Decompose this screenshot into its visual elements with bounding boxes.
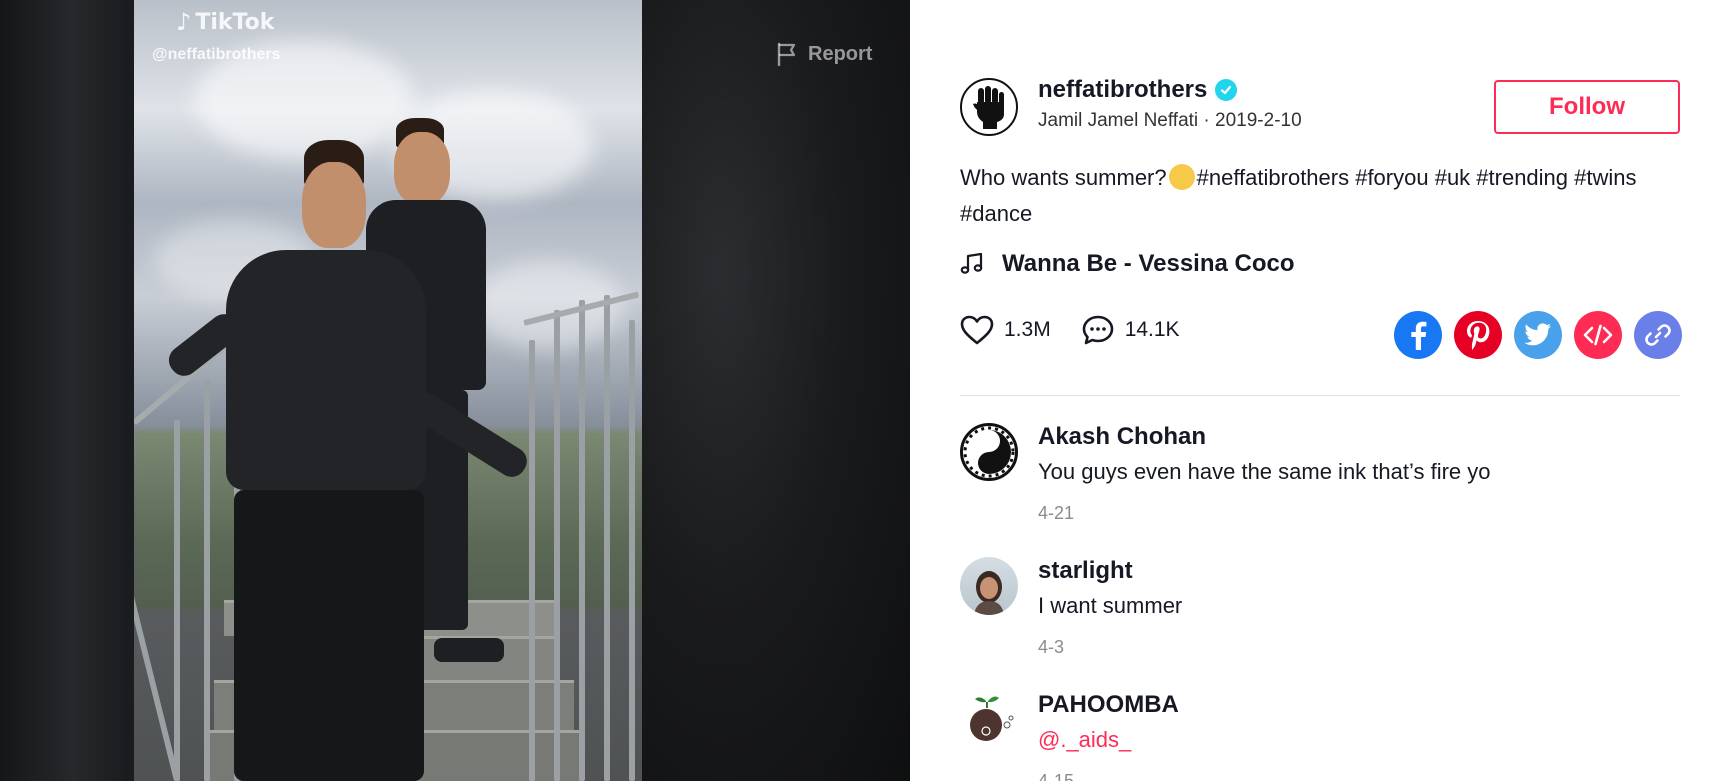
- video-frame[interactable]: [134, 0, 642, 781]
- video-blur-background: [642, 0, 910, 781]
- comment-author[interactable]: starlight: [1038, 557, 1133, 585]
- tiktok-note-icon: ♪: [176, 8, 192, 36]
- author-name-row[interactable]: neffatibrothers: [1038, 76, 1238, 104]
- like-stat[interactable]: 1.3M: [960, 315, 1051, 345]
- description-text: Who wants summer?: [960, 165, 1167, 190]
- twitter-icon: [1524, 323, 1551, 346]
- avatar-person-photo-icon: [974, 571, 1004, 615]
- author-avatar[interactable]: [960, 78, 1018, 136]
- music-row[interactable]: Wanna Be - Vessina Coco: [960, 250, 1295, 278]
- comment-avatar[interactable]: [960, 423, 1018, 481]
- watermark-handle: @neffatibrothers: [152, 46, 281, 63]
- share-buttons: [1394, 311, 1682, 359]
- share-pinterest-button[interactable]: [1454, 311, 1502, 359]
- report-label: Report: [808, 42, 873, 65]
- comment-stat[interactable]: 14.1K: [1081, 314, 1180, 346]
- music-note-icon: [960, 252, 983, 274]
- follow-button[interactable]: Follow: [1494, 80, 1680, 134]
- verified-badge-icon: [1215, 79, 1238, 101]
- screaming-face-emoji-icon: [1168, 164, 1195, 190]
- comment-date: 4-21: [1038, 503, 1075, 523]
- comment-bubble-icon: [1082, 315, 1113, 345]
- link-icon: [1645, 324, 1671, 346]
- share-copy-link-button[interactable]: [1634, 311, 1682, 359]
- tiktok-watermark: ♪ TikTok: [176, 8, 274, 36]
- comment-item: PAHOOMBA @._aids_ 4-15: [960, 691, 1680, 781]
- pinterest-icon: [1467, 321, 1490, 350]
- comment-mention[interactable]: @._aids_: [1038, 727, 1131, 753]
- facebook-icon: [1411, 321, 1427, 350]
- comment-author[interactable]: Akash Chohan: [1038, 423, 1206, 451]
- comment-text: You guys even have the same ink that’s f…: [1038, 459, 1491, 484]
- music-title[interactable]: Wanna Be - Vessina Coco: [1002, 250, 1295, 278]
- embed-icon: [1583, 324, 1613, 346]
- comment-avatar[interactable]: [960, 691, 1018, 749]
- comment-date: 4-3: [1038, 637, 1065, 657]
- video-player-area[interactable]: ♪ TikTok @neffatibrothers Report: [0, 0, 910, 781]
- share-embed-button[interactable]: [1574, 311, 1622, 359]
- comment-item: Akash Chohan You guys even have the same…: [960, 423, 1680, 533]
- raised-fist-icon: [973, 86, 1004, 129]
- avatar-sprout-head-icon: [970, 696, 1014, 741]
- video-description: Who wants summer? #neffatibrothers #foryo…: [960, 160, 1680, 232]
- comment-count: 14.1K: [1124, 318, 1180, 341]
- share-twitter-button[interactable]: [1514, 311, 1562, 359]
- author-username[interactable]: neffatibrothers: [1038, 76, 1207, 104]
- comment-avatar[interactable]: [960, 557, 1018, 615]
- like-count: 1.3M: [1004, 318, 1051, 341]
- tiktok-watermark-logo: TikTok: [195, 9, 275, 35]
- divider: [960, 395, 1680, 396]
- tiktok-video-page: ♪ TikTok @neffatibrothers Report neffati…: [0, 0, 1719, 781]
- comment-author[interactable]: PAHOOMBA: [1038, 691, 1179, 719]
- comment-text: I want summer: [1038, 593, 1183, 618]
- video-info-panel: neffatibrothers Jamil Jamel Neffati · 20…: [910, 0, 1719, 781]
- report-button[interactable]: Report: [776, 42, 872, 66]
- avatar-yin-yang-icon: [963, 426, 1015, 478]
- heart-icon: [960, 315, 994, 345]
- share-facebook-button[interactable]: [1394, 311, 1442, 359]
- comment-date: 4-15: [1038, 771, 1075, 781]
- author-subtitle: Jamil Jamel Neffati · 2019-2-10: [1038, 110, 1302, 131]
- engagement-stats: 1.3M 14.1K: [960, 314, 1210, 346]
- flag-icon: [777, 42, 796, 66]
- comment-item: starlight I want summer 4-3: [960, 557, 1680, 667]
